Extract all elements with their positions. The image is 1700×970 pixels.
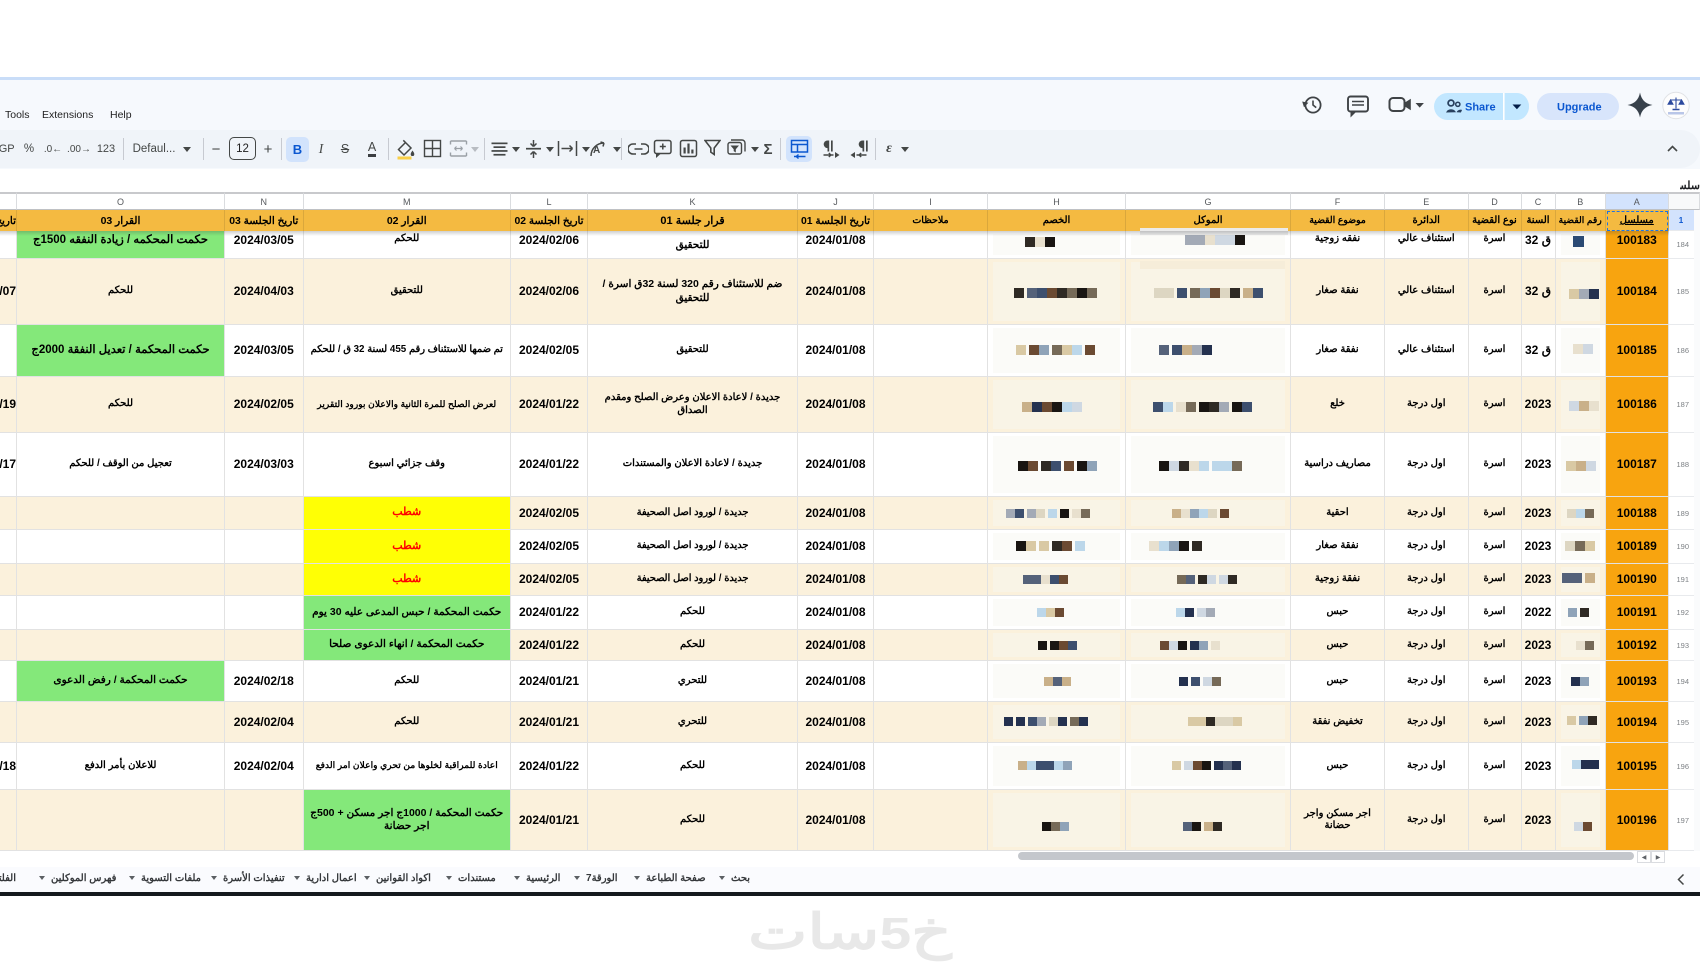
svg-text:A: A <box>593 145 600 156</box>
svg-text:Upgrade: Upgrade <box>1557 102 1602 114</box>
svg-text:Share: Share <box>1465 102 1496 114</box>
